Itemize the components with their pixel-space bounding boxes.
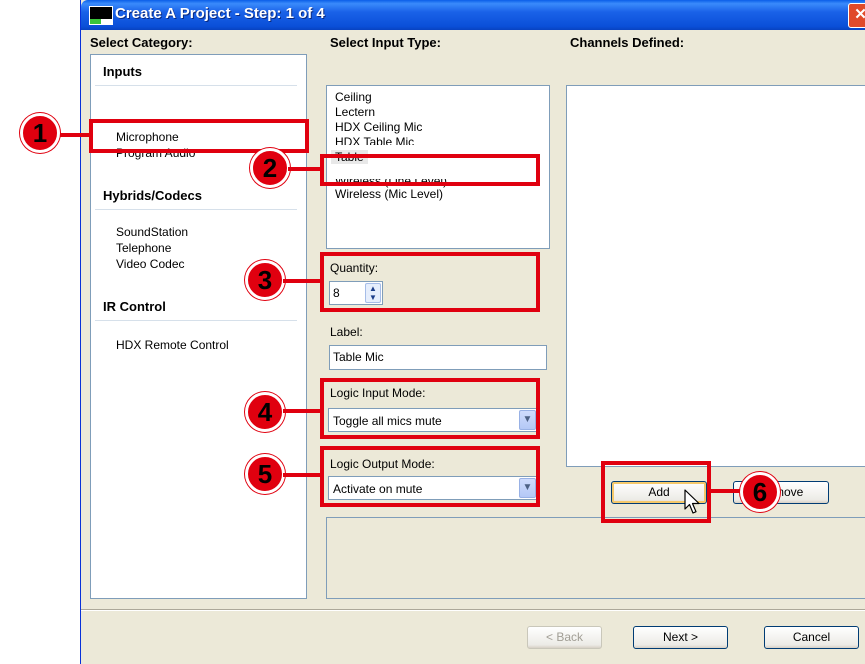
divider xyxy=(95,209,297,210)
callout-connector-5 xyxy=(283,473,322,477)
input-type-hdx-ceiling-mic[interactable]: HDX Ceiling Mic xyxy=(335,120,422,134)
divider xyxy=(95,320,297,321)
label-input[interactable]: Table Mic xyxy=(329,345,547,370)
callout-connector-2 xyxy=(288,167,322,171)
input-type-wireless-mic-level[interactable]: Wireless (Mic Level) xyxy=(335,187,443,201)
hybrids-group-label: Hybrids/Codecs xyxy=(103,188,202,203)
callout-badge-2: 2 xyxy=(250,148,290,188)
callout-box-2 xyxy=(320,154,540,186)
divider xyxy=(95,85,297,86)
input-type-hdx-table-mic[interactable]: HDX Table Mic xyxy=(335,135,414,145)
callout-badge-4: 4 xyxy=(245,392,285,432)
callout-box-5 xyxy=(320,446,540,507)
callout-box-3 xyxy=(320,252,540,312)
cancel-button[interactable]: Cancel xyxy=(764,626,859,649)
category-telephone[interactable]: Telephone xyxy=(116,241,171,255)
callout-connector-6 xyxy=(709,489,741,493)
channels-defined-header: Channels Defined: xyxy=(570,35,685,50)
select-category-header: Select Category: xyxy=(90,35,193,50)
window-title: Create A Project - Step: 1 of 4 xyxy=(115,5,325,22)
hand-pointer-icon xyxy=(684,489,700,514)
category-soundstation[interactable]: SoundStation xyxy=(116,225,188,239)
callout-connector-4 xyxy=(283,409,322,413)
channels-defined-list[interactable] xyxy=(566,85,865,467)
category-hdx-remote-control[interactable]: HDX Remote Control xyxy=(116,338,229,352)
next-button[interactable]: Next > xyxy=(633,626,728,649)
input-type-lectern[interactable]: Lectern xyxy=(335,105,375,119)
input-type-ceiling[interactable]: Ceiling xyxy=(335,90,372,104)
ir-control-group-label: IR Control xyxy=(103,299,166,314)
callout-badge-5: 5 xyxy=(245,454,285,494)
label-field-label: Label: xyxy=(330,325,363,339)
create-project-dialog: Create A Project - Step: 1 of 4 ✕ Select… xyxy=(80,0,865,664)
callout-box-4 xyxy=(320,378,540,439)
callout-box-1 xyxy=(89,119,309,153)
select-input-type-header: Select Input Type: xyxy=(330,35,441,50)
description-box xyxy=(326,517,865,599)
callout-connector-3 xyxy=(283,279,322,283)
divider xyxy=(81,609,865,610)
app-icon xyxy=(89,6,113,25)
callout-badge-3: 3 xyxy=(245,260,285,300)
callout-badge-1: 1 xyxy=(20,113,60,153)
callout-connector-1 xyxy=(58,133,91,137)
close-button[interactable]: ✕ xyxy=(848,3,865,28)
title-bar[interactable]: Create A Project - Step: 1 of 4 ✕ xyxy=(81,0,865,30)
inputs-group-label: Inputs xyxy=(103,64,142,79)
callout-badge-6: 6 xyxy=(740,472,780,512)
category-video-codec[interactable]: Video Codec xyxy=(116,257,185,271)
back-button[interactable]: < Back xyxy=(527,626,602,649)
